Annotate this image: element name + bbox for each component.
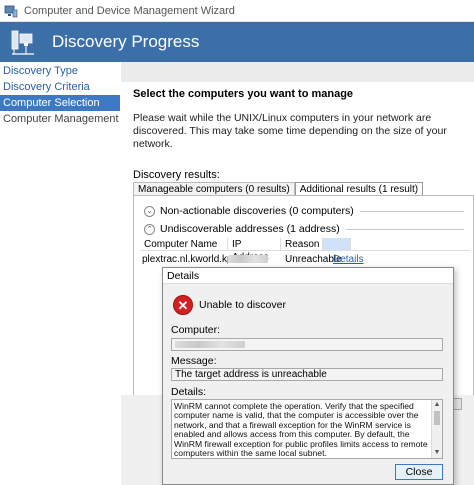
divider <box>345 228 464 230</box>
scroll-down-icon[interactable]: ▼ <box>432 448 442 458</box>
details-label: Details: <box>171 386 207 398</box>
group-label: Non-actionable discoveries (0 computers) <box>160 205 354 217</box>
network-computers-icon <box>11 30 34 55</box>
cell-computer-name: plextrac.nl.kworld.kpmg.com <box>142 254 228 265</box>
error-text: Unable to discover <box>199 299 286 311</box>
wait-description: Please wait while the UNIX/Linux compute… <box>133 112 447 150</box>
page-title: Discovery Progress <box>52 32 200 51</box>
window-titlebar: Computer and Device Management Wizard <box>0 0 474 22</box>
group-non-actionable[interactable]: ⌄ Non-actionable discoveries (0 computer… <box>144 204 464 218</box>
group-undiscoverable[interactable]: ⌃ Undiscoverable addresses (1 address) <box>144 222 464 236</box>
scroll-up-icon[interactable]: ▲ <box>432 400 442 410</box>
window-title: Computer and Device Management Wizard <box>24 4 235 17</box>
section-heading: Select the computers you want to manage <box>133 88 354 100</box>
sidebar-item-computer-management[interactable]: Computer Management <box>0 111 120 127</box>
column-header-computer-name[interactable]: Computer Name <box>140 238 228 250</box>
cell-details: Details <box>333 253 364 267</box>
computer-label: Computer: <box>171 324 221 336</box>
error-icon: ✕ <box>173 295 193 315</box>
details-scrollbar[interactable]: ▲ ▼ <box>431 400 442 458</box>
details-textarea[interactable]: WinRM cannot complete the operation. Ver… <box>171 399 443 459</box>
cell-ip-address-redacted <box>228 253 281 267</box>
cell-reason: Unreachable <box>285 254 342 265</box>
close-button[interactable]: Close <box>395 464 443 480</box>
scroll-thumb[interactable] <box>434 411 440 425</box>
chevron-up-icon: ⌃ <box>144 223 155 235</box>
sidebar-item-discovery-type[interactable]: Discovery Type <box>0 63 120 79</box>
divider <box>359 210 464 212</box>
grid-header: Computer Name IP Address Reason <box>140 238 470 263</box>
column-header-extra[interactable] <box>323 238 351 250</box>
message-field: The target address is unreachable <box>171 368 443 381</box>
details-text: WinRM cannot complete the operation. Ver… <box>174 401 428 459</box>
chevron-down-icon: ⌄ <box>144 205 155 217</box>
details-dialog: Details ✕ Unable to discover Computer: M… <box>162 267 454 485</box>
column-header-reason[interactable]: Reason <box>281 238 323 250</box>
computer-field <box>171 338 443 351</box>
sidebar-item-computer-selection[interactable]: Computer Selection <box>0 95 120 111</box>
results-tabs: Manageable computers (0 results) Additio… <box>133 182 424 196</box>
content-top-band <box>121 62 474 82</box>
group-label: Undiscoverable addresses (1 address) <box>160 223 340 235</box>
wizard-header: Discovery Progress <box>0 22 474 62</box>
table-row[interactable]: plextrac.nl.kworld.kpmg.com Unreachable … <box>140 253 470 267</box>
tab-additional-results[interactable]: Additional results (1 result) <box>294 182 424 196</box>
wizard-app-icon <box>4 5 18 17</box>
wizard-step-sidebar: Discovery Type Discovery Criteria Comput… <box>0 62 120 485</box>
tab-manageable-computers[interactable]: Manageable computers (0 results) <box>133 182 295 196</box>
dialog-title: Details <box>163 268 453 284</box>
message-label: Message: <box>171 355 217 367</box>
column-header-ip-address[interactable]: IP Address <box>228 238 281 263</box>
undiscoverable-grid: Computer Name IP Address Reason plextrac… <box>140 238 470 267</box>
sidebar-item-discovery-criteria[interactable]: Discovery Criteria <box>0 79 120 95</box>
details-link[interactable]: Details <box>333 254 364 265</box>
discovery-results-label: Discovery results: <box>133 169 220 181</box>
